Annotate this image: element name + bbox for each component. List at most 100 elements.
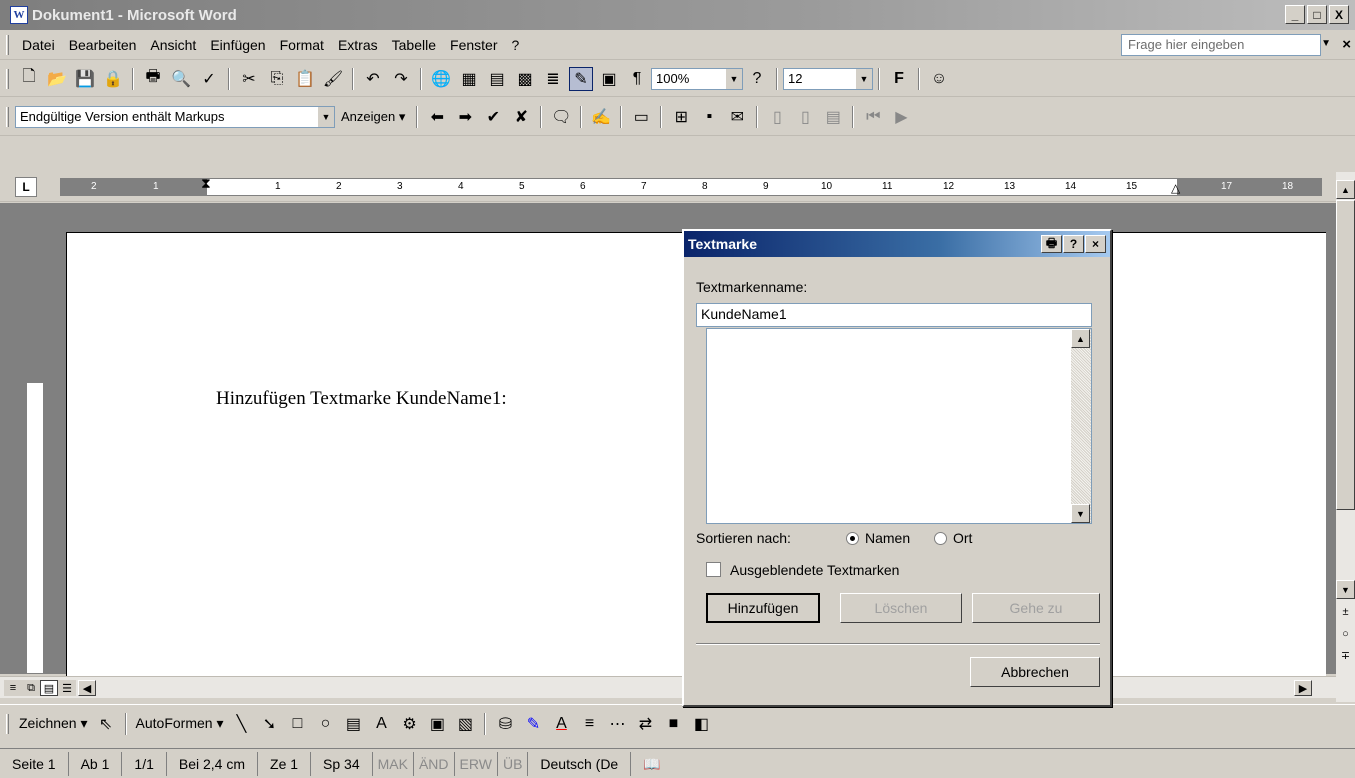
tables-borders-icon[interactable]: ▦ bbox=[457, 67, 481, 91]
vertical-ruler[interactable] bbox=[26, 232, 44, 674]
line-style-icon[interactable]: ≡ bbox=[577, 712, 601, 736]
tab-selector-icon[interactable]: L bbox=[15, 177, 37, 197]
menu-extras[interactable]: Extras bbox=[331, 37, 385, 53]
new-comment-icon[interactable]: 🗨 bbox=[549, 105, 573, 129]
list-scrollbar[interactable]: ▲ ▼ bbox=[1071, 329, 1091, 523]
delete-button[interactable]: Löschen bbox=[840, 593, 962, 623]
reviewing-pane-icon[interactable]: ▭ bbox=[629, 105, 653, 129]
bookmark-name-input[interactable]: KundeName1 bbox=[696, 303, 1092, 327]
list-scroll-up-icon[interactable]: ▲ bbox=[1071, 329, 1090, 348]
indent-marker-icon[interactable]: ⧗ bbox=[201, 175, 211, 192]
scroll-down-icon[interactable]: ▼ bbox=[1336, 580, 1355, 599]
toolbar-grip[interactable] bbox=[6, 713, 9, 734]
previous-page-icon[interactable]: ± bbox=[1336, 602, 1355, 621]
right-indent-marker-icon[interactable]: △ bbox=[1171, 181, 1180, 195]
accept-change-icon[interactable]: ✔ bbox=[481, 105, 505, 129]
compare-icon[interactable]: ⊞ bbox=[669, 105, 693, 129]
undo-icon[interactable]: ↶ bbox=[361, 67, 385, 91]
next-change-icon[interactable]: ➡ bbox=[453, 105, 477, 129]
sort-location-radio[interactable]: Ort bbox=[934, 530, 972, 546]
close-button[interactable]: X bbox=[1329, 5, 1349, 24]
menu-bearbeiten[interactable]: Bearbeiten bbox=[62, 37, 144, 53]
menu-fenster[interactable]: Fenster bbox=[443, 37, 504, 53]
status-track-changes[interactable]: ÄND bbox=[414, 751, 455, 776]
line-color-icon[interactable]: ✎ bbox=[521, 712, 545, 736]
save-icon[interactable]: 💾 bbox=[73, 67, 97, 91]
copy-icon[interactable]: ⎘ bbox=[265, 67, 289, 91]
redo-icon[interactable]: ↷ bbox=[389, 67, 413, 91]
menu-help[interactable]: ? bbox=[504, 37, 526, 53]
arrow-icon[interactable]: ➘ bbox=[257, 712, 281, 736]
track-changes-icon[interactable]: ✍ bbox=[589, 105, 613, 129]
permission-icon[interactable]: 🔒 bbox=[101, 67, 125, 91]
print-view-icon[interactable]: ▤ bbox=[40, 680, 58, 696]
oval-icon[interactable]: ○ bbox=[313, 712, 337, 736]
ask-question-input[interactable]: Frage hier eingeben bbox=[1121, 34, 1321, 56]
normal-view-icon[interactable]: ≡ bbox=[4, 680, 22, 696]
textbox-icon[interactable]: ▤ bbox=[341, 712, 365, 736]
print-preview-icon[interactable]: 🔍 bbox=[169, 67, 193, 91]
bold-button[interactable]: F bbox=[887, 67, 911, 91]
drawing-icon[interactable]: ✎ bbox=[569, 66, 593, 91]
wordart-icon[interactable]: A bbox=[369, 712, 393, 736]
format-painter-icon[interactable]: 🖌 bbox=[321, 67, 345, 91]
insert-excel-icon[interactable]: ▩ bbox=[513, 67, 537, 91]
list-scroll-down-icon[interactable]: ▼ bbox=[1071, 504, 1090, 523]
shadow-icon[interactable]: ■ bbox=[661, 712, 685, 736]
scroll-up-icon[interactable]: ▲ bbox=[1336, 180, 1355, 199]
web-view-icon[interactable]: ⧉ bbox=[22, 680, 40, 696]
document-map-icon[interactable]: ▣ bbox=[597, 67, 621, 91]
status-extend[interactable]: ERW bbox=[455, 751, 498, 776]
horizontal-scrollbar[interactable]: ≡ ⧉ ▤ ☰ ◀ ▶ bbox=[0, 676, 1336, 698]
add-button[interactable]: Hinzufügen bbox=[706, 593, 820, 623]
merge-icon[interactable]: ▪ bbox=[697, 105, 721, 129]
dialog-title-bar[interactable]: Textmarke 🖶 ? × bbox=[684, 231, 1110, 257]
dialog-help-icon[interactable]: ? bbox=[1063, 235, 1084, 253]
menu-ansicht[interactable]: Ansicht bbox=[143, 37, 203, 53]
spelling-status-icon[interactable]: 📖 bbox=[631, 752, 672, 776]
bookmark-list[interactable]: ▲ ▼ bbox=[706, 328, 1092, 524]
browse-object-icon[interactable]: ○ bbox=[1336, 624, 1355, 643]
print-icon[interactable]: 🖶 bbox=[141, 67, 165, 91]
draw-menu-button[interactable]: Zeichnen ▾ bbox=[15, 715, 92, 732]
markup-view-dropdown-icon[interactable]: ▼ bbox=[318, 106, 334, 127]
menu-datei[interactable]: Datei bbox=[15, 37, 62, 53]
reject-change-icon[interactable]: ✘ bbox=[509, 105, 533, 129]
dash-style-icon[interactable]: ⋯ bbox=[605, 712, 629, 736]
ruler-strip[interactable]: 2 1 1 2 3 4 5 6 7 8 9 10 11 12 13 14 15 … bbox=[60, 175, 1322, 196]
word-app-icon[interactable]: W bbox=[10, 6, 28, 24]
cancel-button[interactable]: Abbrechen bbox=[970, 657, 1100, 687]
markup-view-combo[interactable]: Endgültige Version enthält Markups ▼ bbox=[15, 105, 335, 128]
maximize-button[interactable]: □ bbox=[1307, 5, 1327, 24]
fill-color-icon[interactable]: ⛁ bbox=[493, 712, 517, 736]
autoshapes-menu-button[interactable]: AutoFormen ▾ bbox=[132, 715, 228, 732]
scroll-right-icon[interactable]: ▶ bbox=[1294, 680, 1312, 696]
vertical-scrollbar[interactable]: ▲ ▼ ± ○ ∓ bbox=[1336, 172, 1355, 702]
smiley-icon[interactable]: ☺ bbox=[927, 67, 951, 91]
menu-tabelle[interactable]: Tabelle bbox=[385, 37, 443, 53]
hidden-bookmarks-checkbox[interactable] bbox=[706, 562, 721, 577]
goto-button[interactable]: Gehe zu bbox=[972, 593, 1100, 623]
status-overtype[interactable]: ÜB bbox=[498, 751, 529, 776]
status-macro[interactable]: MAK bbox=[373, 751, 414, 776]
previous-change-icon[interactable]: ⬅ bbox=[425, 105, 449, 129]
menu-format[interactable]: Format bbox=[273, 37, 331, 53]
line-icon[interactable]: ╲ bbox=[229, 712, 253, 736]
hyperlink-icon[interactable]: 🌐 bbox=[429, 67, 453, 91]
zoom-combo[interactable]: 100% ▼ bbox=[651, 67, 743, 90]
columns-icon[interactable]: ≣ bbox=[541, 67, 565, 91]
diagram-icon[interactable]: ⚙ bbox=[397, 712, 421, 736]
outline-view-icon[interactable]: ☰ bbox=[58, 680, 76, 696]
sort-name-radio[interactable]: Namen bbox=[846, 530, 910, 546]
radio-unselected-icon[interactable] bbox=[934, 532, 947, 545]
horizontal-ruler[interactable]: L 2 1 1 2 3 4 5 6 7 8 9 10 11 12 13 14 1… bbox=[0, 172, 1355, 202]
font-size-combo[interactable]: 12 ▼ bbox=[783, 67, 873, 90]
next-page-icon[interactable]: ∓ bbox=[1336, 646, 1355, 665]
minimize-button[interactable]: _ bbox=[1285, 5, 1305, 24]
dialog-print-icon[interactable]: 🖶 bbox=[1041, 235, 1062, 253]
paste-icon[interactable]: 📋 bbox=[293, 67, 317, 91]
font-color-icon[interactable]: A bbox=[549, 712, 573, 736]
clipart-icon[interactable]: ▣ bbox=[425, 712, 449, 736]
dialog-close-icon[interactable]: × bbox=[1085, 235, 1106, 253]
new-document-icon[interactable]: 🗋 bbox=[17, 67, 41, 91]
